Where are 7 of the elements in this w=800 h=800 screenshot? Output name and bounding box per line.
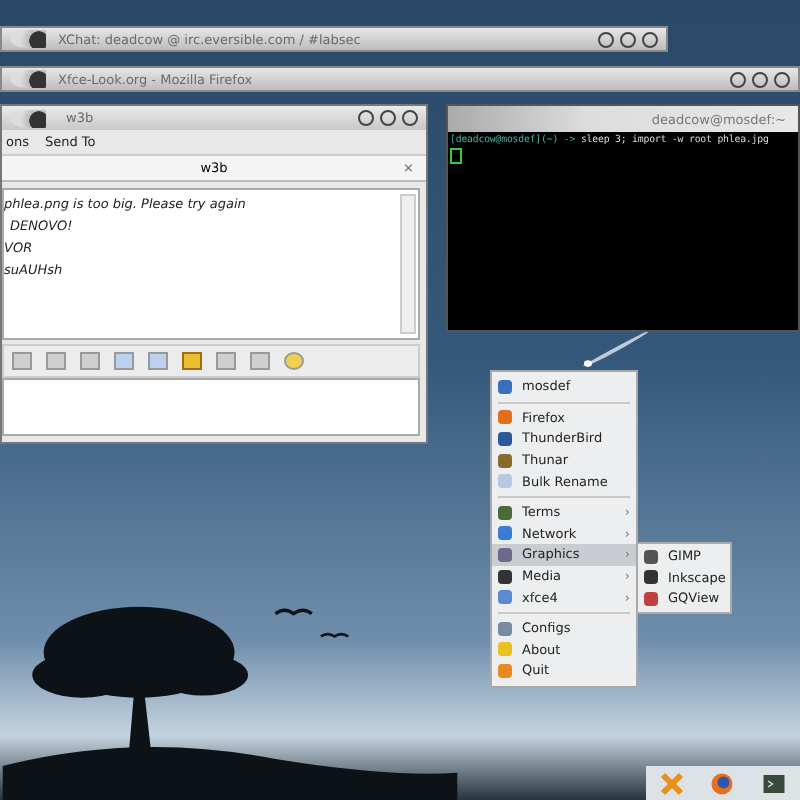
cross-icon[interactable] — [659, 771, 684, 795]
swirl-logo-icon — [10, 70, 46, 88]
swirl-logo-icon — [10, 109, 46, 127]
text-cursor — [450, 148, 462, 164]
message-input-field[interactable] — [2, 378, 420, 436]
scrollbar[interactable] — [400, 194, 416, 334]
swirl-logo-icon — [10, 30, 46, 48]
